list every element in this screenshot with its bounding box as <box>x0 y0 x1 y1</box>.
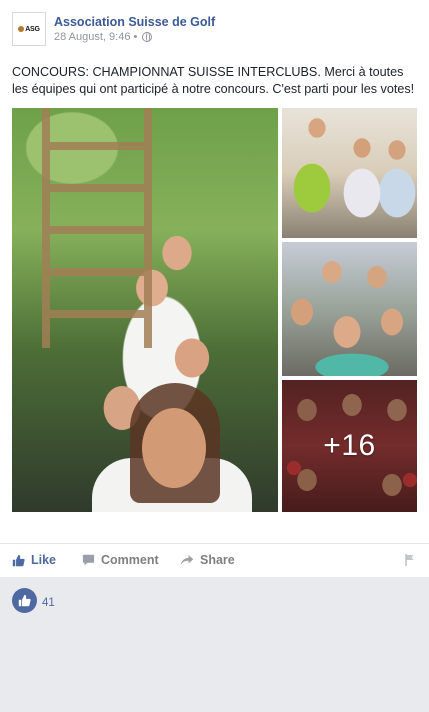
post-text: CONCOURS: CHAMPIONNAT SUISSE INTERCLUBS.… <box>12 65 415 96</box>
post-action-bar: Like Comment Share <box>0 543 429 577</box>
post-meta: 28 August, 9:46 • <box>54 31 153 43</box>
reaction-count[interactable]: 41 <box>42 597 55 609</box>
comment-button[interactable]: Comment <box>82 553 159 567</box>
flag-icon[interactable] <box>405 554 415 566</box>
like-reaction-badge[interactable] <box>12 588 37 613</box>
page-name-link[interactable]: Association Suisse de Golf <box>54 15 215 29</box>
post-timestamp[interactable]: 28 August, 9:46 <box>54 31 130 43</box>
globe-icon <box>142 32 153 42</box>
post-header: ASG Association Suisse de Golf 28 August… <box>12 12 412 46</box>
avatar-logo-text: ASG <box>25 25 40 33</box>
like-label: Like <box>31 553 57 567</box>
photo-grid: +16 <box>12 108 417 512</box>
share-button[interactable]: Share <box>180 553 235 567</box>
photo-thumbnail-2[interactable] <box>282 242 417 376</box>
meta-separator: • <box>133 31 138 43</box>
more-photos-count: +16 <box>323 429 376 462</box>
like-button[interactable]: Like <box>12 553 56 567</box>
thumbs-up-icon <box>18 594 31 607</box>
photo-main[interactable] <box>12 108 278 512</box>
share-arrow-icon <box>180 554 194 566</box>
comment-icon <box>82 554 95 566</box>
photo-main-ladder <box>42 108 152 348</box>
post-card: ASG Association Suisse de Golf 28 August… <box>0 0 429 577</box>
share-label: Share <box>200 553 235 567</box>
page-avatar[interactable]: ASG <box>12 12 46 46</box>
reactions-bar: 41 <box>0 577 429 712</box>
thumbs-up-icon <box>12 554 25 566</box>
photo-main-face <box>142 408 206 488</box>
photo-thumbnail-more[interactable]: +16 <box>282 380 417 512</box>
photo-thumbnail-1[interactable] <box>282 108 417 238</box>
logo-mark-icon <box>18 26 25 32</box>
comment-label: Comment <box>101 553 159 567</box>
